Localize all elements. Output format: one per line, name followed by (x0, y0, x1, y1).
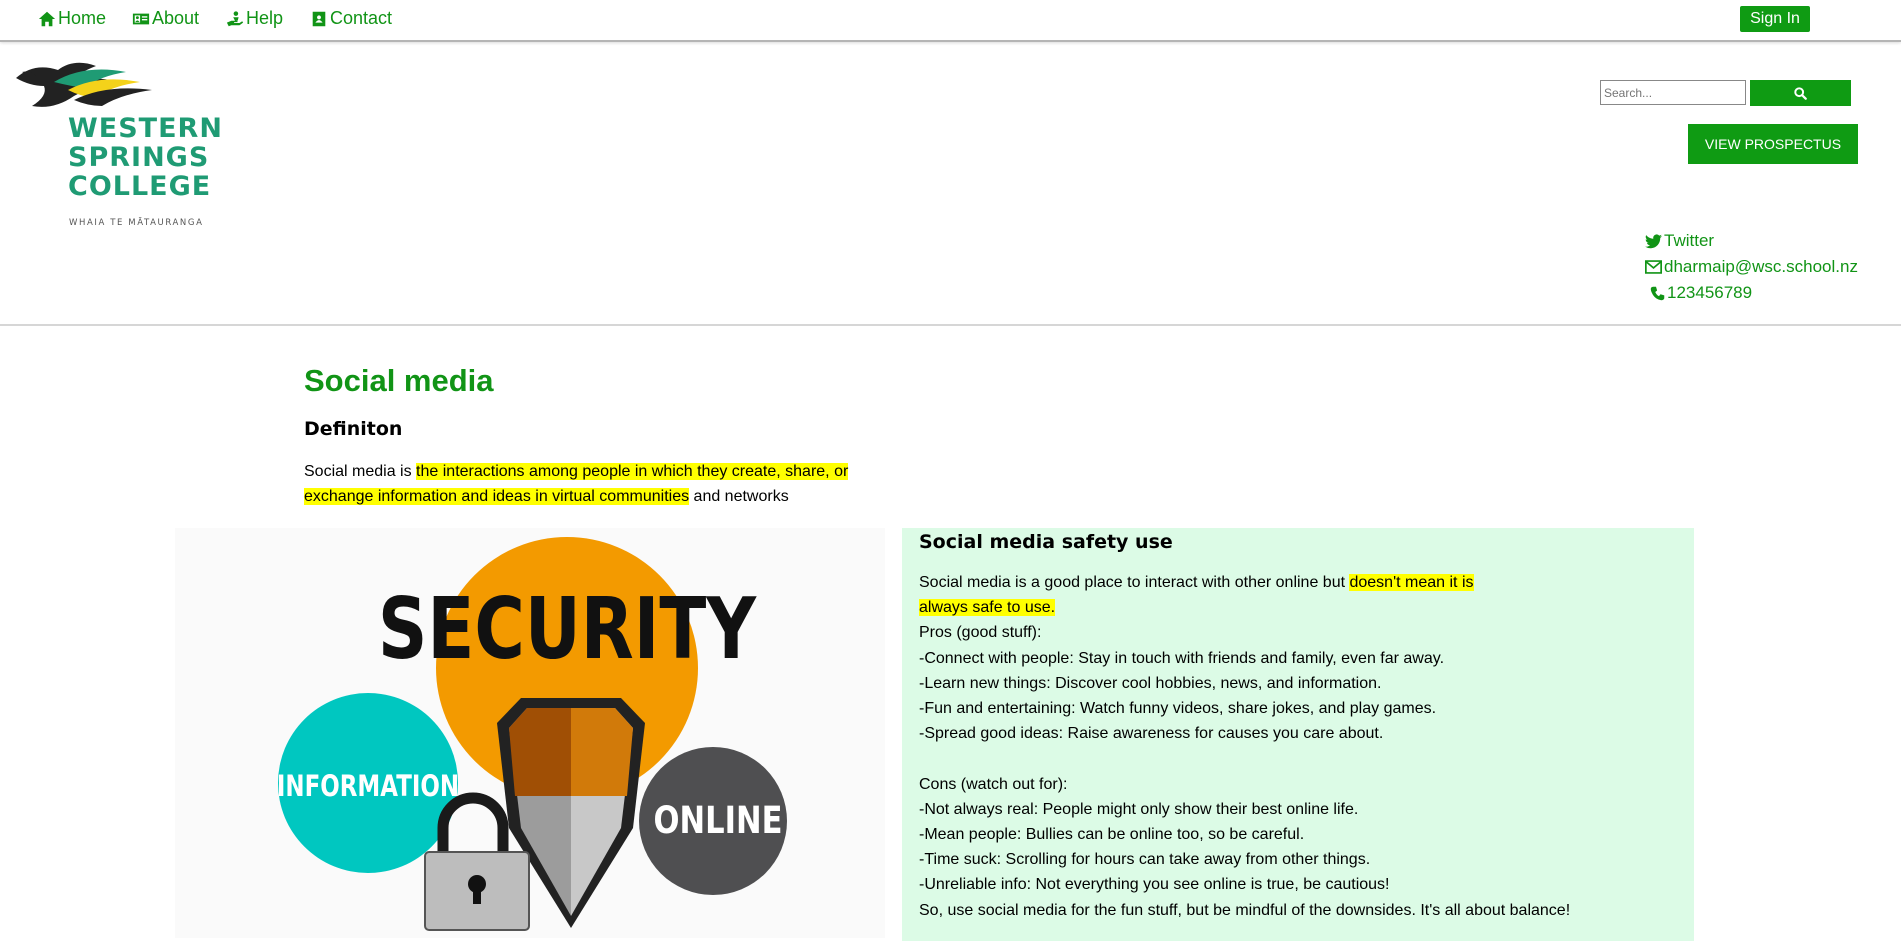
online-word: ONLINE (654, 799, 783, 843)
definition-intro: Social media is (304, 463, 417, 480)
safety-intro-text: Social media is a good place to interact… (919, 574, 1350, 591)
cons-item: -Unreliable info: Not everything you see… (919, 876, 1390, 894)
top-navbar: Home About Help Contact Sign In (0, 0, 1901, 42)
email-link[interactable]: dharmaip@wsc.school.nz (1645, 257, 1858, 277)
search-button[interactable] (1750, 80, 1851, 106)
safety-body: Social media is a good place to interact… (919, 570, 1689, 923)
pros-heading: Pros (good stuff): (919, 624, 1042, 642)
nav-help-link[interactable]: Help (226, 8, 283, 29)
search-input[interactable] (1600, 80, 1746, 105)
phone-icon (1650, 286, 1665, 300)
logo-word-springs: SPRINGS (68, 142, 210, 173)
definition-highlight-1: the interactions among people in which t… (416, 463, 849, 480)
security-illustration: SECURITY INFORMATION ONLINE (175, 528, 885, 938)
safety-highlight-1: doesn't mean it is (1349, 574, 1474, 591)
definition-highlight-2: exchange information and ideas in virtua… (304, 488, 690, 505)
nav-home-link[interactable]: Home (38, 8, 106, 29)
nav-contact-link[interactable]: Contact (310, 8, 392, 29)
nav-about-link[interactable]: About (132, 8, 199, 29)
nav-about-label: About (152, 8, 200, 28)
nav-contact-label: Contact (330, 8, 393, 28)
page-title: Social media (304, 363, 494, 398)
safety-intro: Social media is a good place to interact… (919, 570, 1689, 595)
id-card-icon (132, 13, 150, 24)
college-logo[interactable]: WESTERN SPRINGS COLLEGE WHAIA TE MĀTAURA… (14, 56, 222, 228)
cons-item: -Time suck: Scrolling for hours can take… (919, 851, 1371, 869)
view-prospectus-button[interactable]: VIEW PROSPECTUS (1688, 124, 1858, 164)
search-icon (1794, 86, 1807, 100)
phone-label: 123456789 (1667, 283, 1753, 302)
email-label: dharmaip@wsc.school.nz (1664, 257, 1858, 276)
twitter-label: Twitter (1664, 231, 1715, 250)
safety-highlight-2: always safe to use. (919, 599, 1056, 617)
phone-link[interactable]: 123456789 (1650, 283, 1752, 303)
definition-paragraph: Social media is the interactions among p… (304, 459, 884, 509)
safety-panel: Social media safety use Social media is … (902, 528, 1694, 941)
address-book-icon (312, 11, 326, 26)
hands-helping-icon (226, 10, 244, 26)
definition-end: and networks (689, 488, 789, 505)
cons-item: -Mean people: Bullies can be online too,… (919, 826, 1305, 844)
twitter-icon (1645, 233, 1662, 248)
information-word: INFORMATION (277, 769, 459, 804)
safety-intro-cont: always safe to use. (919, 595, 1689, 620)
logo-tagline: WHAIA TE MĀTAURANGA (69, 218, 204, 228)
pros-item: -Fun and entertaining: Watch funny video… (919, 700, 1437, 718)
nav-help-label: Help (246, 8, 284, 28)
site-header: WESTERN SPRINGS COLLEGE WHAIA TE MĀTAURA… (0, 42, 1901, 326)
definition-heading: Definiton (304, 418, 403, 440)
pros-item: -Connect with people: Stay in touch with… (919, 649, 1445, 667)
pros-item: -Spread good ideas: Raise awareness for … (919, 725, 1384, 743)
pros-item: -Learn new things: Discover cool hobbies… (919, 674, 1382, 692)
safety-title: Social media safety use (919, 531, 1173, 553)
logo-word-western: WESTERN (68, 113, 223, 144)
bird-logo-icon (16, 62, 152, 107)
security-word: SECURITY (378, 580, 757, 679)
sign-in-button[interactable]: Sign In (1740, 6, 1810, 32)
twitter-link[interactable]: Twitter (1645, 231, 1714, 251)
home-icon (38, 11, 56, 26)
conclusion: So, use social media for the fun stuff, … (919, 901, 1571, 919)
cons-item: -Not always real: People might only show… (919, 800, 1359, 818)
nav-home-label: Home (58, 8, 107, 28)
cons-heading: Cons (watch out for): (919, 775, 1068, 793)
logo-word-college: COLLEGE (68, 171, 212, 202)
envelope-icon (1645, 260, 1662, 274)
